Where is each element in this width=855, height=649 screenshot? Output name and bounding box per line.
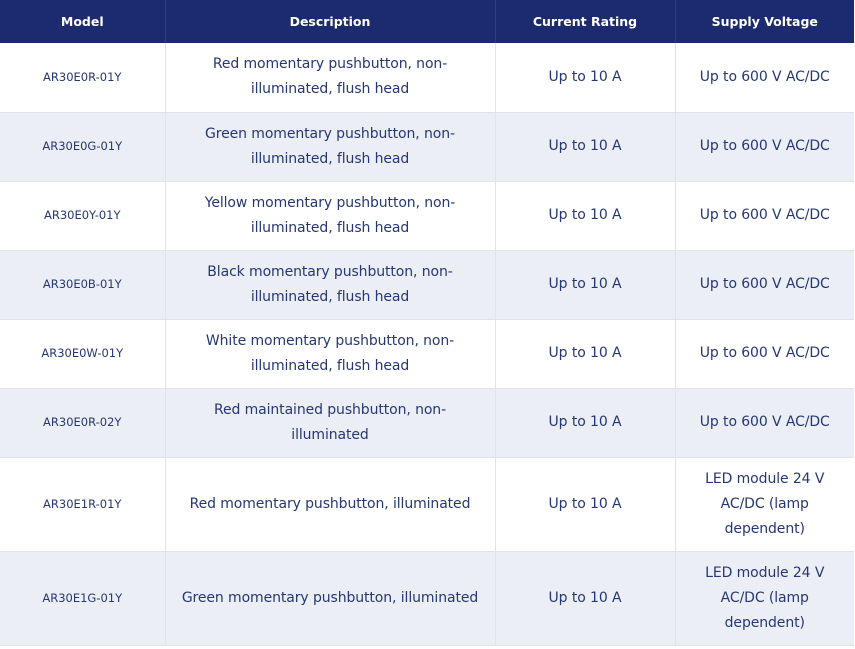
cell-model: AR30E0W-01Y [0,319,166,389]
table-row: AR30E1G-01Y Green momentary pushbutton, … [0,551,854,646]
cell-supply-voltage: Up to 600 V AC/DC [675,43,854,113]
header-supply-voltage: Supply Voltage [675,0,854,43]
cell-current-rating: Up to 10 A [495,181,676,251]
cell-description: Green momentary pushbutton, illuminated [165,551,496,646]
cell-description: Yellow momentary pushbutton, non-illumin… [165,181,496,251]
header-description: Description [165,0,496,43]
table-row: AR30E0W-01Y White momentary pushbutton, … [0,319,854,389]
header-model: Model [0,0,166,43]
cell-description: White momentary pushbutton, non-illumina… [165,319,496,389]
cell-supply-voltage: Up to 600 V AC/DC [675,181,854,251]
cell-supply-voltage: Up to 600 V AC/DC [675,388,854,458]
cell-model: AR30E0G-01Y [0,112,166,182]
cell-model: AR30E1R-01Y [0,457,166,552]
cell-description: Red maintained pushbutton, non-illuminat… [165,388,496,458]
table-row: AR30E0B-01Y Black momentary pushbutton, … [0,250,854,320]
cell-model: AR30E1G-01Y [0,551,166,646]
cell-supply-voltage: LED module 24 V AC/DC (lamp dependent) [675,457,854,552]
cell-description: Red momentary pushbutton, illuminated [165,457,496,552]
table-row: AR30E0R-01Y Red momentary pushbutton, no… [0,43,854,113]
cell-current-rating: Up to 10 A [495,457,676,552]
cell-current-rating: Up to 10 A [495,388,676,458]
table-row: AR30E1R-01Y Red momentary pushbutton, il… [0,457,854,552]
cell-current-rating: Up to 10 A [495,319,676,389]
product-spec-table: Model Description Current Rating Supply … [0,0,854,646]
cell-supply-voltage: Up to 600 V AC/DC [675,250,854,320]
table-row: AR30E0G-01Y Green momentary pushbutton, … [0,112,854,182]
cell-model: AR30E0R-02Y [0,388,166,458]
cell-current-rating: Up to 10 A [495,43,676,113]
table-header: Model Description Current Rating Supply … [0,0,854,43]
header-current-rating: Current Rating [495,0,676,43]
cell-model: AR30E0R-01Y [0,43,166,113]
cell-model: AR30E0B-01Y [0,250,166,320]
cell-current-rating: Up to 10 A [495,551,676,646]
cell-supply-voltage: LED module 24 V AC/DC (lamp dependent) [675,551,854,646]
cell-supply-voltage: Up to 600 V AC/DC [675,112,854,182]
cell-description: Black momentary pushbutton, non-illumina… [165,250,496,320]
cell-current-rating: Up to 10 A [495,250,676,320]
cell-current-rating: Up to 10 A [495,112,676,182]
table-row: AR30E0R-02Y Red maintained pushbutton, n… [0,388,854,458]
cell-supply-voltage: Up to 600 V AC/DC [675,319,854,389]
header-row: Model Description Current Rating Supply … [0,0,854,43]
table-row: AR30E0Y-01Y Yellow momentary pushbutton,… [0,181,854,251]
cell-description: Green momentary pushbutton, non-illumina… [165,112,496,182]
cell-model: AR30E0Y-01Y [0,181,166,251]
table-body: AR30E0R-01Y Red momentary pushbutton, no… [0,43,854,646]
cell-description: Red momentary pushbutton, non-illuminate… [165,43,496,113]
